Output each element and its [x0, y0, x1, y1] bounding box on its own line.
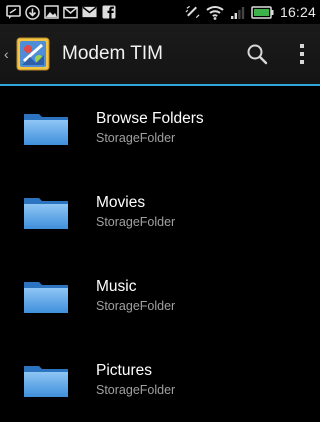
list-item[interactable]: Movies StorageFolder [0, 170, 320, 254]
item-title: Music [96, 278, 137, 295]
up-caret-icon[interactable]: ‹ [4, 46, 14, 62]
item-title: Pictures [96, 362, 152, 379]
search-button[interactable] [230, 24, 284, 84]
folder-list: Browse Folders StorageFolder Movies Stor… [0, 86, 320, 422]
facebook-icon [101, 5, 116, 20]
notification-icons [0, 4, 116, 20]
sms-icon [6, 5, 21, 20]
system-icons: 16:24 [185, 4, 320, 20]
signal-icon [230, 5, 246, 20]
item-subtitle: StorageFolder [96, 215, 176, 229]
item-subtitle: StorageFolder [96, 383, 176, 397]
list-item[interactable]: Pictures StorageFolder [0, 338, 320, 422]
battery-icon [251, 5, 275, 20]
folder-icon [24, 282, 68, 313]
list-item[interactable]: Music StorageFolder [0, 254, 320, 338]
status-time: 16:24 [279, 4, 316, 20]
search-icon [247, 44, 268, 65]
email-icon [82, 5, 97, 20]
download-icon [25, 4, 40, 20]
action-bar: ‹ Modem TIM [0, 24, 320, 86]
item-subtitle: StorageFolder [96, 131, 176, 145]
item-title: Browse Folders [96, 110, 204, 127]
folder-icon [24, 198, 68, 229]
folder-icon [24, 366, 68, 397]
vibrate-icon [185, 5, 200, 20]
folder-icon [24, 114, 68, 145]
image-icon [44, 5, 59, 20]
app-title: Modem TIM [62, 43, 164, 64]
app-logo-icon[interactable] [14, 35, 52, 73]
item-title: Movies [96, 194, 146, 211]
wifi-icon [205, 5, 225, 20]
status-bar: 16:24 [0, 0, 320, 24]
item-subtitle: StorageFolder [96, 299, 176, 313]
overflow-menu-button[interactable] [284, 24, 320, 84]
action-bar-actions [230, 24, 320, 84]
list-item[interactable]: Browse Folders StorageFolder [0, 86, 320, 170]
overflow-menu-icon [300, 44, 304, 64]
gmail-icon [63, 5, 78, 20]
